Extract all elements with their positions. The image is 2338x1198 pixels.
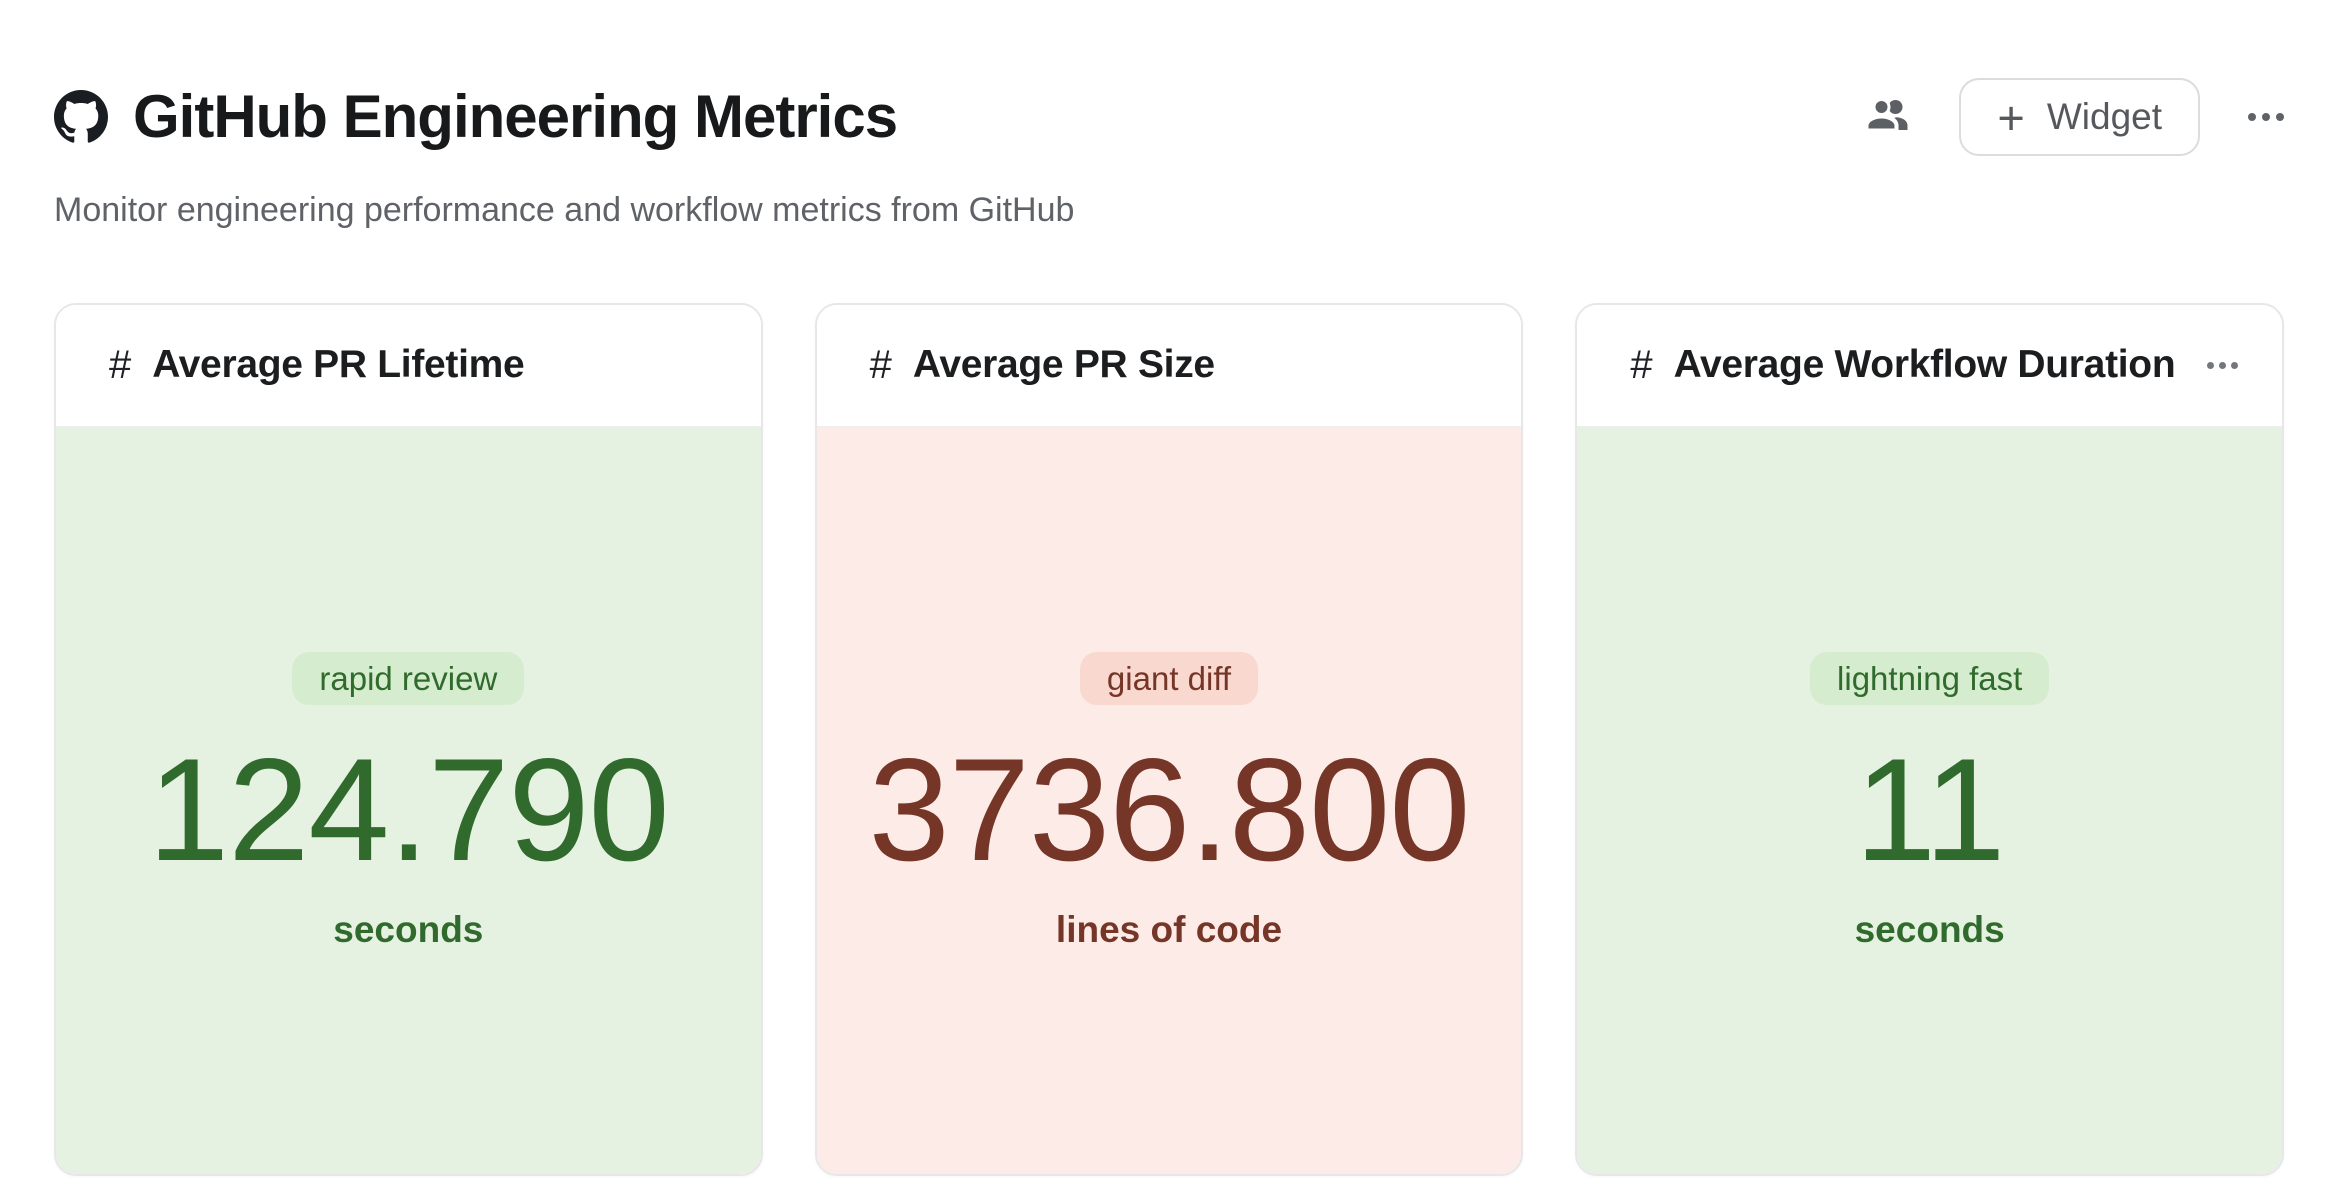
metric-badge: lightning fast — [1810, 652, 2049, 705]
metric-card-body: rapid review 124.790 seconds — [56, 427, 761, 1174]
metric-card-body: giant diff 3736.800 lines of code — [817, 427, 1522, 1174]
page-more-options-button[interactable] — [2248, 113, 2284, 121]
metric-unit: seconds — [1855, 911, 2005, 948]
add-widget-label: Widget — [2047, 96, 2162, 138]
dashboard-page: GitHub Engineering Metrics + — [0, 0, 2338, 1198]
metric-card-title: Average PR Lifetime — [152, 343, 524, 387]
metric-card-header: # Average Workflow Duration — [1577, 305, 2282, 427]
metric-card-pr-size: # Average PR Size giant diff 3736.800 li… — [815, 303, 1524, 1176]
page-subtitle: Monitor engineering performance and work… — [54, 190, 2284, 231]
metric-card-header: # Average PR Lifetime — [56, 305, 761, 427]
metric-value: 124.790 — [148, 737, 669, 883]
metric-card-title: Average PR Size — [913, 343, 1215, 387]
metric-card-workflow-duration: # Average Workflow Duration lightning fa… — [1575, 303, 2284, 1176]
page-header: GitHub Engineering Metrics + — [54, 78, 2284, 156]
card-menu-button[interactable] — [2207, 362, 2238, 369]
metric-unit: lines of code — [1056, 911, 1282, 948]
metric-value: 3736.800 — [869, 737, 1470, 883]
people-icon — [1865, 96, 1913, 139]
metric-card-body: lightning fast 11 seconds — [1577, 427, 2282, 1174]
members-button[interactable] — [1865, 96, 1913, 139]
header-controls: + Widget — [1865, 78, 2284, 156]
ellipsis-icon — [2248, 113, 2284, 121]
metric-badge: giant diff — [1080, 652, 1258, 705]
widget-grid: # Average PR Lifetime rapid review 124.7… — [54, 303, 2284, 1176]
number-hash-icon: # — [109, 345, 131, 385]
plus-icon: + — [1997, 94, 2024, 141]
page-title: GitHub Engineering Metrics — [133, 87, 897, 147]
metric-card-pr-lifetime: # Average PR Lifetime rapid review 124.7… — [54, 303, 763, 1176]
metric-value: 11 — [1855, 737, 2005, 883]
github-logo-icon — [54, 90, 108, 144]
metric-card-title: Average Workflow Duration — [1674, 343, 2176, 387]
metric-unit: seconds — [333, 911, 483, 948]
number-hash-icon: # — [1630, 345, 1652, 385]
number-hash-icon: # — [870, 345, 892, 385]
add-widget-button[interactable]: + Widget — [1959, 78, 2200, 156]
brand: GitHub Engineering Metrics — [54, 87, 897, 147]
metric-badge: rapid review — [292, 652, 524, 705]
metric-card-header: # Average PR Size — [817, 305, 1522, 427]
